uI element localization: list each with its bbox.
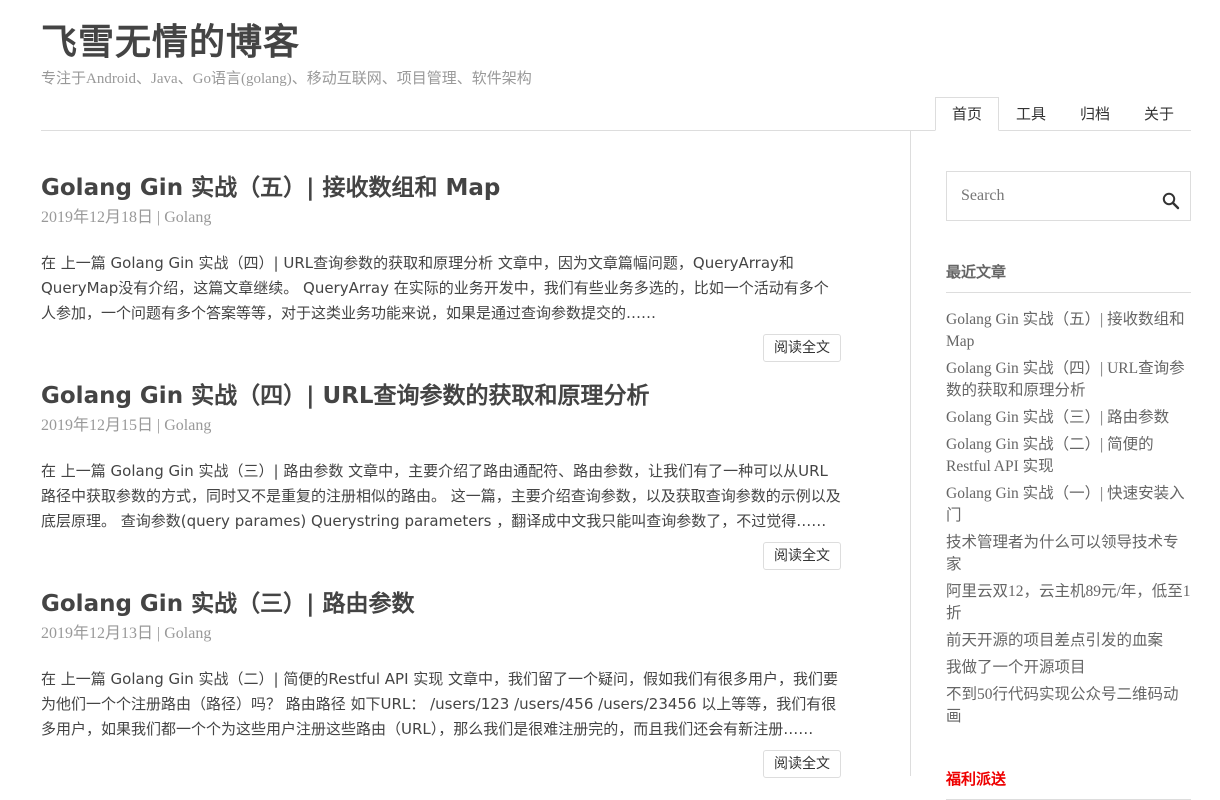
post-date: 2019年12月18日 [41,209,154,226]
post-item: Golang Gin 实战（三）| 路由参数 2019年12月13日 | Golan… [41,587,841,795]
meta-separator: | [157,417,161,434]
list-item: 不到50行代码实现公众号二维码动画 [946,684,1191,728]
post-category[interactable]: Golang [164,209,211,226]
list-item: Golang Gin 实战（一）| 快速安装入门 [946,483,1191,527]
read-more-button[interactable]: 阅读全文 [763,542,841,570]
post-list: Golang Gin 实战（五）| 接收数组和 Map 2019年12月18日 |… [41,131,841,795]
main-nav: 首页 工具 归档 关于 [934,97,1191,131]
recent-posts-title: 最近文章 [946,261,1191,293]
read-more-button[interactable]: 阅读全文 [763,750,841,778]
post-meta: 2019年12月18日 | Golang [41,205,841,231]
search-input[interactable] [947,172,1190,220]
nav-item-tools[interactable]: 工具 [999,97,1063,131]
list-item: Golang Gin 实战（二）| 简便的 Restful API 实现 [946,434,1191,478]
meta-separator: | [157,209,161,226]
post-title[interactable]: Golang Gin 实战（三）| 路由参数 [41,587,841,621]
post-item: Golang Gin 实战（四）| URL查询参数的获取和原理分析 2019年1… [41,379,841,587]
sidebar: 最近文章 Golang Gin 实战（五）| 接收数组和 Map Golang … [946,131,1191,800]
nav-item-archive[interactable]: 归档 [1063,97,1127,131]
list-item: Golang Gin 实战（五）| 接收数组和 Map [946,309,1191,353]
post-date: 2019年12月13日 [41,625,154,642]
site-header: 飞雪无情的博客 专注于Android、Java、Go语言(golang)、移动互… [41,0,1191,131]
read-more-button[interactable]: 阅读全文 [763,334,841,362]
post-meta: 2019年12月13日 | Golang [41,621,841,647]
content-divider [910,131,911,776]
post-item: Golang Gin 实战（五）| 接收数组和 Map 2019年12月18日 |… [41,171,841,379]
post-category[interactable]: Golang [164,625,211,642]
welfare-title: 福利派送 [946,768,1191,800]
post-excerpt: 在 上一篇 Golang Gin 实战（三）| 路由参数 文章中，主要介绍了路由… [41,462,841,530]
post-title[interactable]: Golang Gin 实战（五）| 接收数组和 Map [41,171,841,205]
post-category[interactable]: Golang [164,417,211,434]
nav-item-about[interactable]: 关于 [1127,97,1191,131]
search-icon[interactable] [1162,192,1180,210]
post-date: 2019年12月15日 [41,417,154,434]
list-item: Golang Gin 实战（四）| URL查询参数的获取和原理分析 [946,358,1191,402]
recent-post-link[interactable]: Golang Gin 实战（二）| 简便的 Restful API 实现 [946,436,1154,475]
recent-post-link[interactable]: 我做了一个开源项目 [946,659,1086,676]
site-description: 专注于Android、Java、Go语言(golang)、移动互联网、项目管理、… [41,71,532,87]
post-excerpt: 在 上一篇 Golang Gin 实战（二）| 简便的Restful API 实… [41,670,839,738]
list-item: 前天开源的项目差点引发的血案 [946,630,1191,652]
nav-item-home[interactable]: 首页 [934,97,999,131]
list-item: 我做了一个开源项目 [946,657,1191,679]
site-title[interactable]: 飞雪无情的博客 [41,20,300,66]
recent-post-link[interactable]: Golang Gin 实战（一）| 快速安装入门 [946,485,1185,524]
recent-post-link[interactable]: 不到50行代码实现公众号二维码动画 [946,686,1179,725]
recent-post-link[interactable]: 技术管理者为什么可以领导技术专家 [946,534,1179,573]
recent-post-link[interactable]: Golang Gin 实战（五）| 接收数组和 Map [946,311,1185,350]
post-title[interactable]: Golang Gin 实战（四）| URL查询参数的获取和原理分析 [41,379,841,413]
post-meta: 2019年12月15日 | Golang [41,413,841,439]
search-box [946,171,1191,221]
recent-post-link[interactable]: Golang Gin 实战（三）| 路由参数 [946,409,1169,426]
meta-separator: | [157,625,161,642]
recent-post-link[interactable]: 前天开源的项目差点引发的血案 [946,632,1163,649]
recent-posts-list: Golang Gin 实战（五）| 接收数组和 Map Golang Gin 实… [946,309,1191,728]
list-item: 技术管理者为什么可以领导技术专家 [946,532,1191,576]
post-excerpt: 在 上一篇 Golang Gin 实战（四）| URL查询参数的获取和原理分析 … [41,254,829,322]
recent-post-link[interactable]: 阿里云双12，云主机89元/年，低至1折 [946,583,1191,622]
list-item: 阿里云双12，云主机89元/年，低至1折 [946,581,1191,625]
recent-post-link[interactable]: Golang Gin 实战（四）| URL查询参数的获取和原理分析 [946,360,1185,399]
list-item: Golang Gin 实战（三）| 路由参数 [946,407,1191,429]
